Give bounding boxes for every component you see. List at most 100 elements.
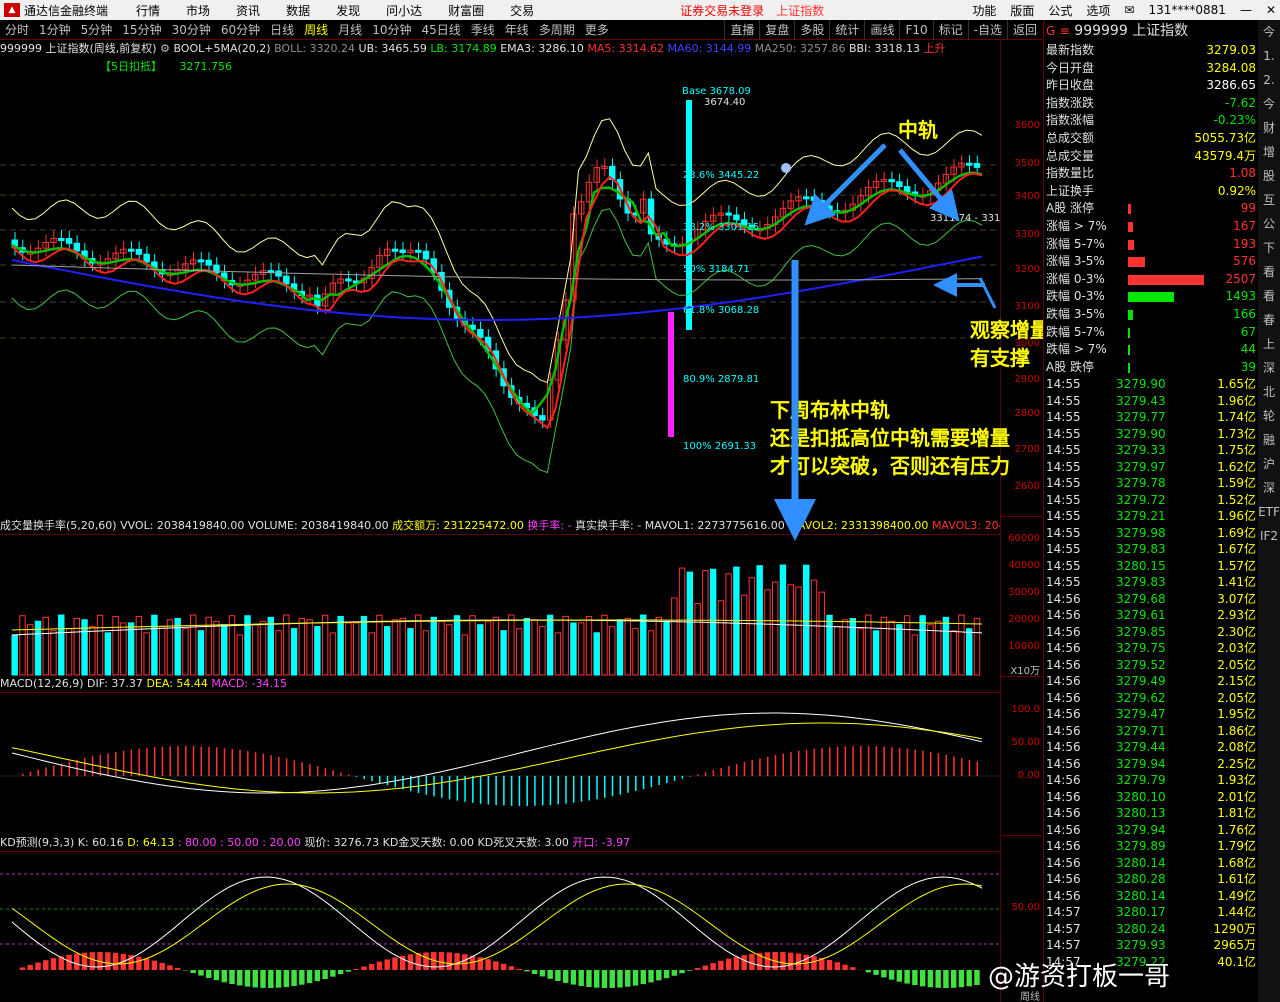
vol-name[interactable]: 成交量换手率(5,20,60) [0,519,117,532]
close-icon[interactable]: ✕ [1266,3,1276,17]
kd-bar [268,970,274,988]
menu-hangqing[interactable]: 行情 [136,2,160,19]
tool-f10[interactable]: F10 [899,20,932,40]
kd-name[interactable]: KD预测(9,3,3) [0,836,74,849]
volume-svg [11,564,983,676]
volume-pane[interactable] [0,534,1000,676]
fib-label-group: Base 3678.09 3674.40 [682,86,751,108]
tool-live[interactable]: 直播 [724,20,759,40]
tick-volume: 2.03亿 [1217,641,1256,656]
side-entry[interactable]: 互 [1258,188,1280,212]
login-status[interactable]: 证券交易未登录 [680,2,764,19]
tick-volume: 1.73亿 [1217,426,1256,441]
volume-bar [19,615,26,676]
menu-banmian[interactable]: 版面 [1010,2,1034,19]
macd-pane[interactable] [0,692,1000,834]
volume-bar [252,624,259,676]
tool-back[interactable]: 返回 [1006,20,1042,40]
side-entry[interactable]: 1. [1258,44,1280,68]
tab-5min[interactable]: 5分钟 [76,20,118,40]
tab-1min[interactable]: 1分钟 [34,20,76,40]
volume-bar [686,571,694,676]
side-entry[interactable]: 看 [1258,284,1280,308]
tab-yearly[interactable]: 年线 [500,20,534,40]
side-entry[interactable]: 春 [1258,308,1280,332]
tool-watchlist[interactable]: -自选 [967,20,1007,40]
tab-monthly[interactable]: 月线 [333,20,367,40]
ma5-value: MA5: 3314.62 [587,42,665,55]
side-entry[interactable]: 下 [1258,236,1280,260]
side-entry[interactable]: 股 [1258,164,1280,188]
menu-zixun[interactable]: 资讯 [236,2,260,19]
tab-weekly[interactable]: 周线 [299,20,333,40]
volume-bar [624,617,631,676]
breadth-row: 跌幅 > 7% 44 [1044,341,1258,359]
tick-price: 3279.83 [1116,575,1166,590]
side-entry[interactable]: 北 [1258,380,1280,404]
menu-gongneng[interactable]: 功能 [972,2,996,19]
side-entry[interactable]: 增 [1258,140,1280,164]
tab-quarterly[interactable]: 季线 [466,20,500,40]
tool-multi-stock[interactable]: 多股 [794,20,829,40]
tool-mark[interactable]: 标记 [932,20,968,40]
side-entry[interactable]: 轮 [1258,404,1280,428]
side-entry[interactable]: 2. [1258,68,1280,92]
side-entry[interactable]: 深 [1258,476,1280,500]
kd-pane[interactable] [0,851,1000,992]
menu-xuanxiang[interactable]: 选项 [1086,2,1110,19]
tick-time: 14:55 [1046,393,1081,408]
side-entry[interactable]: 公 [1258,212,1280,236]
volume-bar [647,630,655,676]
tick-time: 14:56 [1046,624,1081,639]
tool-draw[interactable]: 画线 [864,20,899,40]
side-entry[interactable]: 今 [1258,20,1280,44]
tick-price: 3279.72 [1116,492,1166,507]
tab-30min[interactable]: 30分钟 [167,20,216,40]
tab-more[interactable]: 更多 [580,20,614,40]
tab-15min[interactable]: 15分钟 [117,20,166,40]
tab-fenshi[interactable]: 分时 [0,20,34,40]
menu-jiaoyi[interactable]: 交易 [510,2,534,19]
menu-wenxiaoda[interactable]: 问小达 [386,2,422,19]
fib-23: 23.6% 3445.22 [683,170,760,181]
macd-name[interactable]: MACD(12,26,9) [0,677,84,690]
side-entry[interactable]: IF2 [1258,524,1280,548]
volume-bar [65,628,73,676]
side-entry[interactable]: 看 [1258,260,1280,284]
tab-multi-period[interactable]: 多周期 [534,20,580,40]
menu-shuju[interactable]: 数据 [286,2,310,19]
kd-bar [904,970,910,984]
volume-bar [96,614,104,676]
breadth-bar [1128,274,1204,285]
kd-bar [881,970,887,978]
tab-daily[interactable]: 日线 [265,20,299,40]
tab-10min[interactable]: 10分钟 [367,20,416,40]
side-entry[interactable]: 融 [1258,428,1280,452]
tab-60min[interactable]: 60分钟 [216,20,265,40]
menu-caifuquan[interactable]: 财富圈 [448,2,484,19]
tool-stats[interactable]: 统计 [829,20,864,40]
side-entry[interactable]: 上 [1258,332,1280,356]
side-entry[interactable]: 深 [1258,356,1280,380]
boll-label[interactable]: BOOL+5MA(20,2) [173,42,270,55]
side-entry[interactable]: 财 [1258,116,1280,140]
settings-icon[interactable]: ⚙ [160,42,170,55]
user-account[interactable]: 131****0881 [1148,3,1225,17]
menu-icon[interactable]: ≡ [1060,24,1070,38]
volume-bar [120,622,127,676]
minimize-icon[interactable]: — [1240,3,1252,17]
side-entry[interactable]: ETF [1258,500,1280,524]
side-entry[interactable]: 沪 [1258,452,1280,476]
menu-gongshi[interactable]: 公式 [1048,2,1072,19]
menu-faxian[interactable]: 发现 [336,2,360,19]
base-label: Base 3678.09 [682,86,751,97]
tick-price: 3279.89 [1116,839,1166,854]
menu-shichang[interactable]: 市场 [186,2,210,19]
volume-bar [259,620,267,676]
tool-review[interactable]: 复盘 [759,20,794,40]
tick-list[interactable]: 14:55 3279.90 1.65亿 14:55 3279.43 1.96亿 14:55 3… [1044,376,1258,970]
message-icon[interactable]: ✉ [1124,3,1134,17]
app-logo-icon: ▲ [4,3,20,17]
side-entry[interactable]: 今 [1258,92,1280,116]
tab-45day[interactable]: 45日线 [416,20,465,40]
